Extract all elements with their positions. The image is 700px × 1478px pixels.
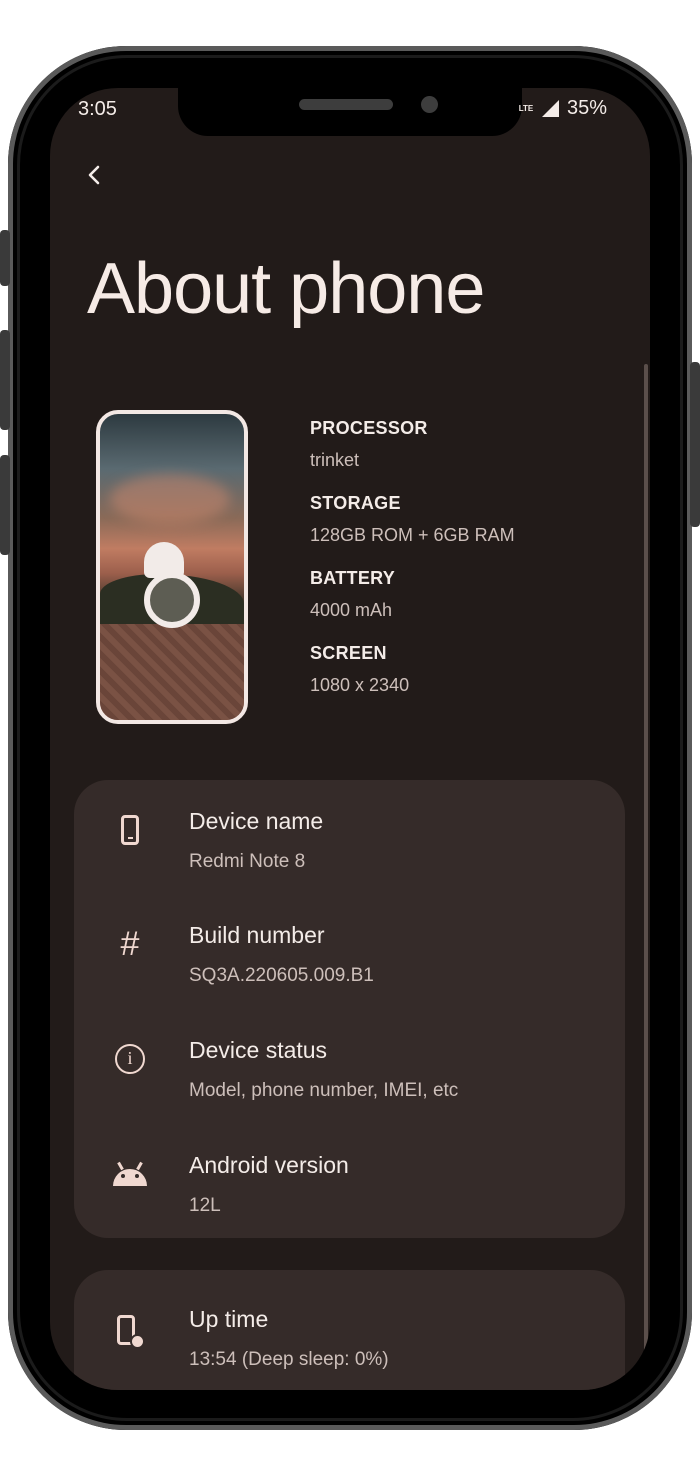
front-camera [421, 96, 438, 113]
row-subtitle: Redmi Note 8 [189, 851, 306, 872]
signal-icon [542, 100, 559, 117]
screen: About phone PROCESSOR trinket STORAGE 12… [50, 88, 650, 1390]
mute-switch [0, 230, 10, 286]
spec-processor: PROCESSOR trinket [310, 418, 515, 471]
wallpaper-clouds [110, 474, 230, 524]
row-subtitle: 13:54 (Deep sleep: 0%) [189, 1349, 389, 1370]
row-subtitle: SQ3A.220605.009.B1 [189, 965, 374, 986]
lock-overlay-icon [144, 542, 200, 628]
page-title: About phone [87, 249, 485, 329]
row-subtitle: 12L [189, 1195, 221, 1216]
spec-list: PROCESSOR trinket STORAGE 128GB ROM + 6G… [310, 418, 515, 718]
spec-value: 1080 x 2340 [310, 675, 410, 695]
spec-label: PROCESSOR [310, 418, 428, 438]
spec-label: BATTERY [310, 568, 396, 588]
spec-label: STORAGE [310, 493, 401, 513]
device-info-card: Device name Redmi Note 8 # Build number … [74, 780, 625, 1238]
status-time: 3:05 [78, 98, 117, 120]
row-title: Up time [189, 1306, 269, 1332]
device-status-row[interactable]: i Device status Model, phone number, IME… [74, 1015, 625, 1115]
uptime-card: Up time 13:54 (Deep sleep: 0%) [74, 1270, 625, 1390]
spec-battery: BATTERY 4000 mAh [310, 568, 515, 621]
wallpaper-preview [96, 410, 248, 724]
chevron-left-icon [88, 165, 100, 185]
android-icon [112, 1156, 148, 1192]
lte-indicator: LTE [518, 103, 534, 113]
spec-label: SCREEN [310, 643, 387, 663]
row-title: Device name [189, 808, 324, 834]
spec-value: trinket [310, 450, 360, 470]
power-button [690, 362, 700, 527]
back-button[interactable] [80, 160, 110, 190]
earpiece-speaker [299, 99, 393, 110]
volume-down-button [0, 455, 10, 555]
build-number-row[interactable]: # Build number SQ3A.220605.009.B1 [74, 900, 625, 1000]
device-icon [112, 812, 148, 848]
hash-icon: # [120, 925, 140, 963]
spec-value: 4000 mAh [310, 600, 393, 620]
spec-value: 128GB ROM + 6GB RAM [310, 525, 515, 545]
uptime-row[interactable]: Up time 13:54 (Deep sleep: 0%) [74, 1284, 625, 1384]
info-icon: i [112, 1041, 148, 1077]
status-icons: LTE 35% [518, 97, 607, 120]
uptime-icon [112, 1314, 148, 1350]
spec-screen: SCREEN 1080 x 2340 [310, 643, 515, 696]
android-version-row[interactable]: Android version 12L [74, 1130, 625, 1230]
row-subtitle: Model, phone number, IMEI, etc [189, 1080, 459, 1101]
volume-up-button [0, 330, 10, 430]
scrollbar[interactable] [644, 364, 648, 1390]
row-title: Device status [189, 1037, 328, 1063]
wallpaper-ground [100, 624, 244, 720]
battery-percentage: 35% [567, 97, 608, 119]
row-title: Build number [189, 922, 325, 948]
device-name-row[interactable]: Device name Redmi Note 8 [74, 786, 625, 886]
camera-notch [178, 88, 522, 136]
row-title: Android version [189, 1152, 349, 1178]
spec-storage: STORAGE 128GB ROM + 6GB RAM [310, 493, 515, 546]
